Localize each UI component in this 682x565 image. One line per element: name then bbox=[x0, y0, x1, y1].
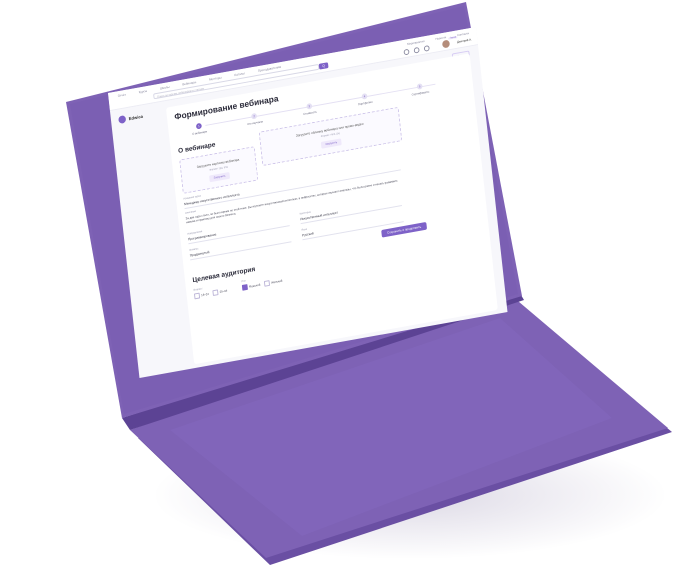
brand-name: Edwica bbox=[128, 113, 144, 121]
checkbox[interactable] bbox=[193, 292, 200, 299]
level-label: Уровень bbox=[189, 247, 199, 252]
avatar[interactable] bbox=[441, 39, 451, 49]
gender-option-label: Женский bbox=[270, 278, 283, 285]
bell-icon[interactable] bbox=[423, 45, 430, 52]
gender-label: Пол bbox=[241, 279, 246, 284]
brand-logo[interactable]: Edwica bbox=[118, 112, 143, 124]
user-name[interactable]: Дмитрий А. bbox=[457, 37, 472, 43]
nav-events[interactable]: Мероприятия bbox=[407, 39, 425, 46]
step-4[interactable]: 4 Портфолио bbox=[341, 89, 388, 108]
logo-icon bbox=[118, 115, 127, 124]
form-panel: Формирование вебинара 1О вебинаре 2 Что и… bbox=[165, 53, 498, 365]
age-label: Возраст bbox=[193, 287, 203, 292]
nav-link-3[interactable]: Шкалы bbox=[160, 85, 170, 91]
laptop-scene: Отчёт Курсы Шкалы Вебинары Менторы Катал… bbox=[0, 0, 682, 565]
nav-link-2[interactable]: Курсы bbox=[139, 89, 148, 94]
age-option-label: 25–34 bbox=[219, 288, 228, 294]
search-button[interactable]: Q bbox=[318, 62, 329, 70]
step-dot: 1 bbox=[195, 122, 202, 130]
cart-icon[interactable] bbox=[413, 46, 420, 54]
step-dot: 2 bbox=[251, 112, 258, 120]
checkbox[interactable] bbox=[241, 284, 248, 291]
about-title: О вебинаре bbox=[177, 141, 216, 155]
header-icons bbox=[403, 45, 430, 56]
nav-contacts[interactable]: Контакты bbox=[457, 31, 469, 37]
video-upload-button[interactable]: Загрузить bbox=[320, 137, 343, 149]
step-dot: 3 bbox=[306, 102, 313, 110]
age-option-2[interactable]: 25–34 bbox=[212, 288, 227, 296]
nav-link-1[interactable]: Отчёт bbox=[118, 93, 127, 98]
favorites-icon[interactable] bbox=[403, 48, 410, 56]
step-5[interactable]: 5 Сертификаты bbox=[396, 80, 443, 99]
step-1[interactable]: 1О вебинаре bbox=[176, 119, 223, 138]
cover-upload[interactable]: Загрузите картинку вебинара Формат: jpg,… bbox=[179, 146, 259, 194]
step-dot: 5 bbox=[416, 83, 423, 90]
checkbox[interactable] bbox=[212, 289, 219, 296]
gender-option-label: Мужской bbox=[248, 282, 261, 289]
age-option-1[interactable]: 18–24 bbox=[193, 291, 210, 299]
step-2[interactable]: 2 Что изучаем bbox=[231, 109, 278, 128]
gender-option-male[interactable]: Мужской bbox=[241, 282, 261, 291]
step-3[interactable]: 3 Стоимость bbox=[286, 99, 333, 118]
language-label: Язык bbox=[301, 227, 308, 232]
age-option-label: 18–24 bbox=[200, 291, 210, 297]
checkbox[interactable] bbox=[263, 280, 270, 287]
step-dot: 4 bbox=[361, 93, 368, 100]
nav-link-catalog[interactable]: Каталог bbox=[234, 71, 245, 77]
gender-option-female[interactable]: Женский bbox=[263, 278, 283, 287]
cover-upload-button[interactable]: Загрузить bbox=[208, 171, 231, 182]
